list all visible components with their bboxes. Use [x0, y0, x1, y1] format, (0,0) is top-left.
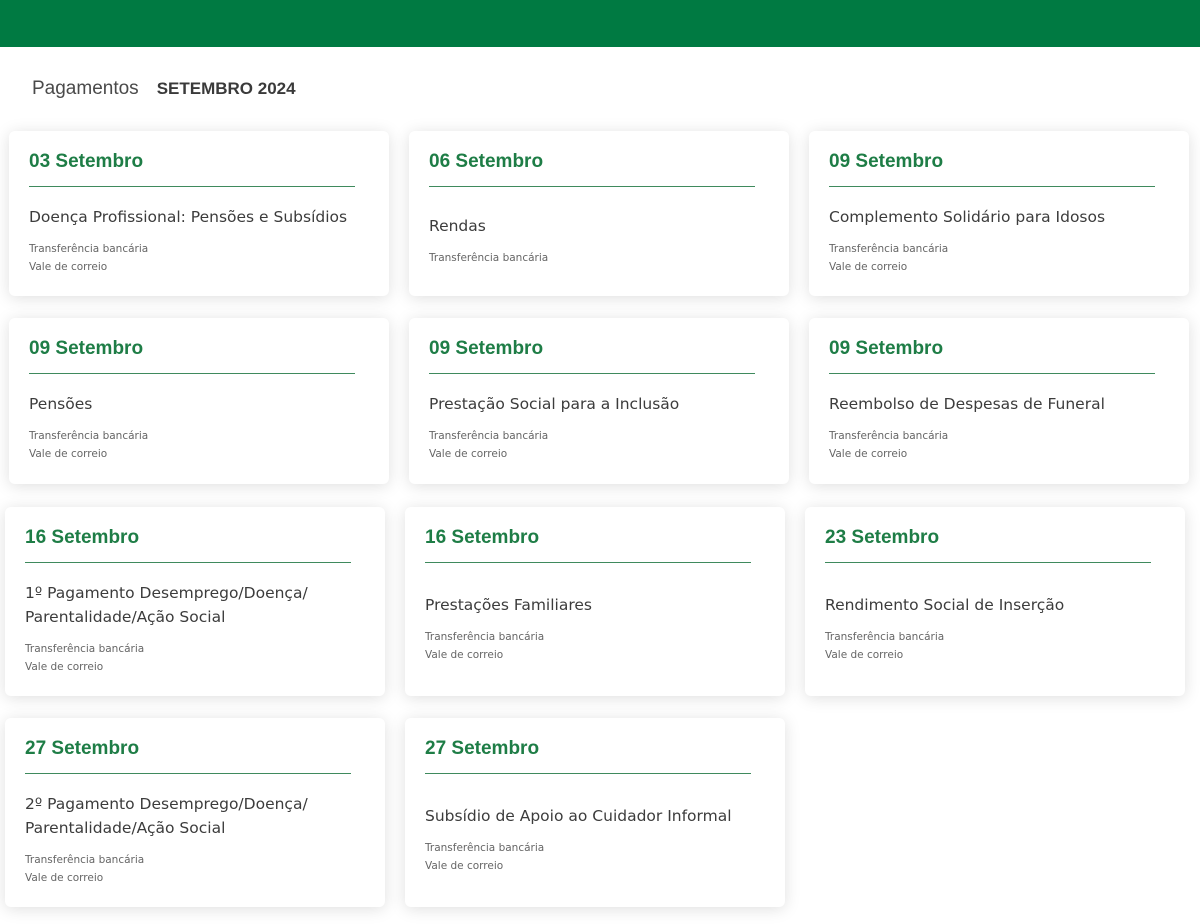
payment-method: Transferência bancária	[425, 630, 545, 643]
payment-date: 23 Setembro	[825, 527, 940, 548]
payment-method: Transferência bancária	[25, 642, 145, 655]
payment-date: 09 Setembro	[829, 151, 944, 172]
payment-date: 27 Setembro	[425, 738, 540, 759]
payment-date: 09 Setembro	[829, 338, 944, 359]
payment-method: Transferência bancária	[29, 429, 149, 442]
payment-name: Pensões	[29, 394, 93, 413]
page-heading: Pagamentos SETEMBRO 2024	[32, 78, 296, 100]
top-bar	[0, 0, 1200, 47]
payment-name: Rendas	[429, 216, 486, 235]
payment-method: Transferência bancária	[829, 429, 949, 442]
payment-card: 16 Setembro Prestações Familiares Transf…	[405, 507, 785, 696]
payment-method: Transferência bancária	[429, 429, 549, 442]
payment-date: 06 Setembro	[429, 151, 544, 172]
payment-name: Rendimento Social de Inserção	[825, 595, 1065, 614]
payment-method: Transferência bancária	[825, 630, 945, 643]
payment-method: Vale de correio	[425, 860, 504, 872]
payment-card: 23 Setembro Rendimento Social de Inserçã…	[805, 507, 1185, 696]
payment-method: Vale de correio	[829, 448, 908, 460]
payment-method: Transferência bancária	[429, 251, 549, 264]
payment-date: 27 Setembro	[25, 738, 140, 759]
payment-name: 2º Pagamento Desemprego/Doença/ Parental…	[25, 794, 308, 837]
month-label: SETEMBRO 2024	[156, 79, 296, 98]
payment-card: 27 Setembro Subsídio de Apoio ao Cuidado…	[405, 718, 785, 907]
payment-method: Vale de correio	[29, 448, 108, 460]
payment-method: Vale de correio	[25, 661, 104, 673]
payment-method: Vale de correio	[829, 261, 908, 273]
payment-name: 1º Pagamento Desemprego/Doença/ Parental…	[25, 583, 308, 626]
payment-card: 06 Setembro Rendas Transferência bancári…	[409, 131, 789, 296]
payment-name: Prestação Social para a Inclusão	[429, 394, 680, 413]
payment-name: Complemento Solidário para Idosos	[829, 207, 1106, 226]
payment-card: 09 Setembro Complemento Solidário para I…	[809, 131, 1189, 296]
page-title: Pagamentos	[32, 78, 139, 99]
payment-method: Transferência bancária	[425, 841, 545, 854]
payment-name: Prestações Familiares	[425, 595, 592, 614]
payment-method: Vale de correio	[25, 872, 104, 884]
payment-date: 03 Setembro	[29, 151, 144, 172]
payment-method: Vale de correio	[425, 649, 504, 661]
payment-method: Transferência bancária	[829, 242, 949, 255]
payment-method: Vale de correio	[825, 649, 904, 661]
payment-date: 16 Setembro	[25, 527, 140, 548]
payment-name: Subsídio de Apoio ao Cuidador Informal	[425, 806, 732, 825]
payment-method: Transferência bancária	[25, 853, 145, 866]
payment-card: 09 Setembro Reembolso de Despesas de Fun…	[809, 318, 1189, 484]
payment-name: Doença Profissional: Pensões e Subsídios	[29, 207, 348, 226]
payment-method: Vale de correio	[29, 261, 108, 273]
payment-card: 27 Setembro 2º Pagamento Desemprego/Doen…	[5, 718, 385, 907]
payment-method: Vale de correio	[429, 448, 508, 460]
payment-card: 03 Setembro Doença Profissional: Pensões…	[9, 131, 389, 296]
payment-card: 09 Setembro Prestação Social para a Incl…	[409, 318, 789, 484]
payment-date: 09 Setembro	[29, 338, 144, 359]
payment-name: Reembolso de Despesas de Funeral	[829, 394, 1105, 413]
payment-method: Transferência bancária	[29, 242, 149, 255]
payment-date: 09 Setembro	[429, 338, 544, 359]
payment-date: 16 Setembro	[425, 527, 540, 548]
payment-card: 09 Setembro Pensões Transferência bancár…	[9, 318, 389, 484]
payment-card: 16 Setembro 1º Pagamento Desemprego/Doen…	[5, 507, 385, 696]
